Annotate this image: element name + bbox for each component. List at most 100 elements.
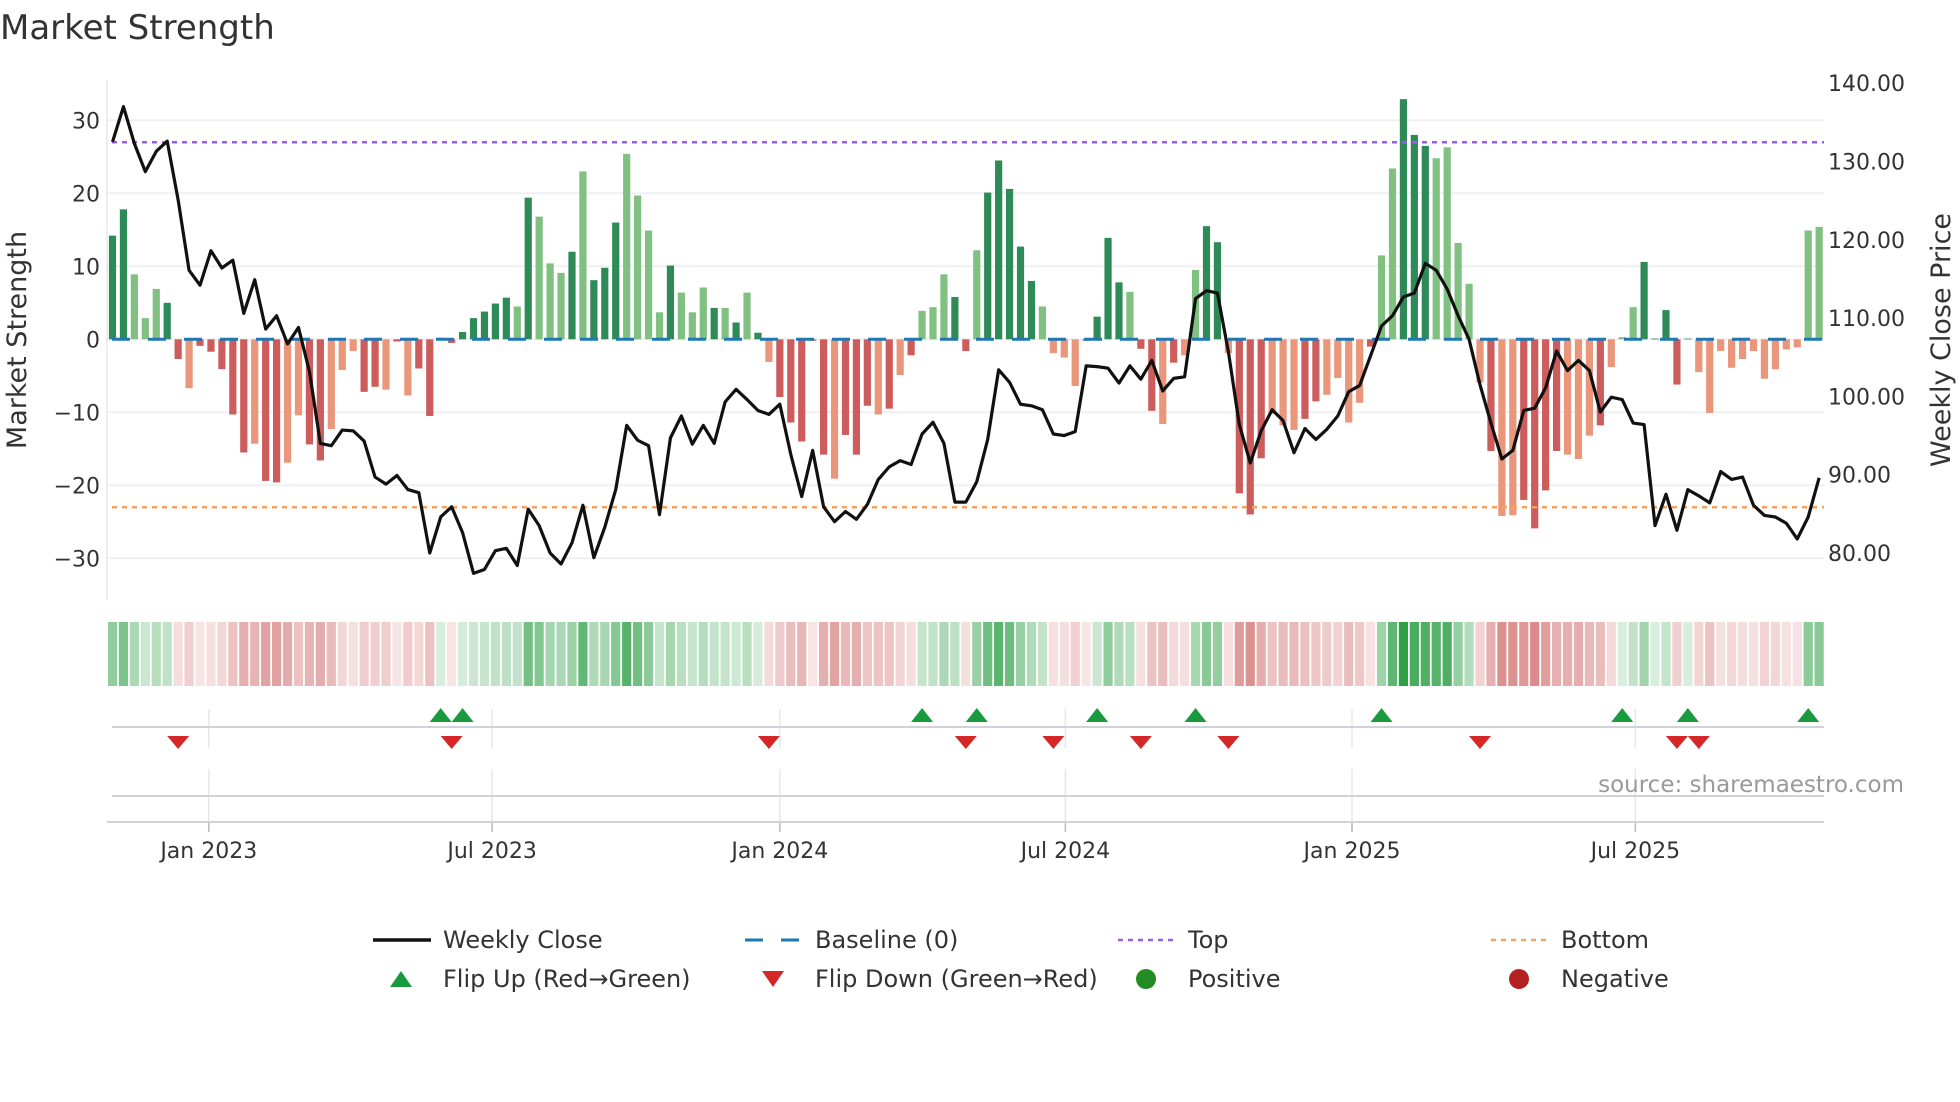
heat-cell: [786, 622, 796, 686]
strength-bar: [1038, 306, 1046, 340]
heat-cell: [1792, 622, 1802, 686]
heat-cell: [272, 622, 282, 686]
strength-bar: [1531, 339, 1539, 529]
strength-bar: [1728, 339, 1736, 368]
strength-bar: [108, 235, 117, 340]
strength-bar: [382, 339, 390, 390]
flip-up-marker: [911, 708, 934, 722]
heat-cell: [1212, 622, 1223, 686]
strength-bar: [1005, 188, 1014, 340]
strength-bar: [852, 339, 861, 455]
strength-bar: [623, 153, 631, 340]
strength-bar: [820, 339, 828, 455]
heat-cell: [1694, 622, 1704, 686]
y2-tick-label: 80.00: [1828, 542, 1891, 567]
y-axis-label: Market Strength: [2, 231, 33, 449]
heat-cell: [1639, 622, 1649, 686]
x-tick-label: Jan 2023: [158, 839, 257, 864]
heat-cell: [797, 622, 807, 686]
strength-bar: [721, 307, 729, 340]
strength-bar: [1170, 339, 1178, 363]
heat-cell: [687, 622, 697, 686]
heat-cell: [1508, 622, 1518, 686]
heat-cell: [1004, 622, 1015, 686]
strength-bar: [1290, 339, 1298, 430]
strength-bar: [1706, 339, 1714, 414]
x-tick-label: Jan 2025: [1302, 839, 1401, 864]
heat-cell: [698, 622, 708, 686]
heat-cell: [228, 622, 238, 686]
flip-down-marker: [1129, 736, 1152, 749]
strength-bar: [283, 339, 292, 463]
heat-cell: [348, 622, 358, 686]
heat-cell: [1048, 622, 1058, 686]
strength-bar: [995, 160, 1003, 340]
heat-cell: [1147, 622, 1157, 686]
heat-cell: [1169, 622, 1179, 686]
heat-cell: [392, 622, 402, 686]
strength-bar: [480, 311, 489, 340]
strength-bar: [1421, 145, 1429, 340]
flip-up-marker: [1370, 708, 1393, 722]
heat-cell: [983, 622, 993, 686]
y-tick-label: −30: [54, 547, 100, 572]
heat-cell: [851, 622, 862, 686]
strength-bar: [1213, 242, 1222, 340]
x-tick-labels: Jan 2023 Jul 2023 Jan 2024 Jul 2024 Jan 2025…: [158, 839, 1680, 864]
flip-down-marker: [1665, 736, 1688, 749]
heat-cell: [140, 622, 150, 686]
heat-cell: [490, 622, 500, 686]
strength-bar: [207, 339, 215, 352]
x-tick-label: Jul 2025: [1589, 839, 1681, 864]
heat-cell: [326, 622, 336, 686]
heat-cell: [1595, 622, 1605, 686]
y2-tick-label: 100.00: [1828, 385, 1905, 410]
heat-cell: [1650, 622, 1660, 686]
strength-bar: [415, 339, 423, 369]
heat-cell: [895, 622, 905, 686]
heat-cell: [304, 622, 315, 686]
strength-bar: [743, 292, 751, 340]
heat-cell: [1748, 622, 1759, 686]
strength-bar: [1312, 339, 1320, 402]
heat-cell: [1497, 622, 1507, 686]
heat-cell: [129, 622, 139, 686]
strength-bar: [469, 318, 478, 340]
heat-cell: [1398, 622, 1409, 686]
heat-cell: [1333, 622, 1343, 686]
heat-cell: [1814, 622, 1824, 686]
heat-cell: [250, 622, 260, 686]
heat-cell: [457, 622, 468, 686]
heat-cell: [381, 622, 391, 686]
strength-bar: [765, 339, 773, 362]
strength-bar: [163, 302, 171, 340]
heat-cell: [1584, 622, 1594, 686]
heat-cell: [917, 622, 927, 686]
strength-bar: [699, 287, 707, 340]
strength-bar: [1093, 316, 1101, 340]
heat-cell: [1267, 622, 1277, 686]
flip-up-marker: [1086, 708, 1109, 722]
strength-bar: [1695, 339, 1703, 373]
strength-bar: [1356, 339, 1364, 403]
strength-bar: [119, 209, 128, 340]
heat-cell: [1037, 622, 1047, 686]
heat-cell: [447, 622, 457, 686]
heat-cell: [436, 622, 446, 686]
strength-bar: [1738, 339, 1747, 360]
heat-cell: [961, 622, 971, 686]
heat-cell: [1420, 622, 1430, 686]
flip-up-marker: [965, 708, 988, 722]
heat-cell: [1464, 622, 1474, 686]
strength-bar: [710, 307, 718, 340]
heat-cell: [1727, 622, 1737, 686]
left-tick-labels: −30 −20 −10 0 10 20 30: [54, 109, 100, 572]
heat-cell: [1442, 622, 1452, 686]
strength-bar: [130, 274, 138, 340]
strength-bar: [1345, 339, 1353, 423]
strength-bar: [491, 303, 499, 340]
heat-cell: [1661, 622, 1671, 686]
strength-bar: [776, 339, 784, 397]
heat-cell: [1256, 622, 1266, 686]
heat-cell: [501, 622, 511, 686]
